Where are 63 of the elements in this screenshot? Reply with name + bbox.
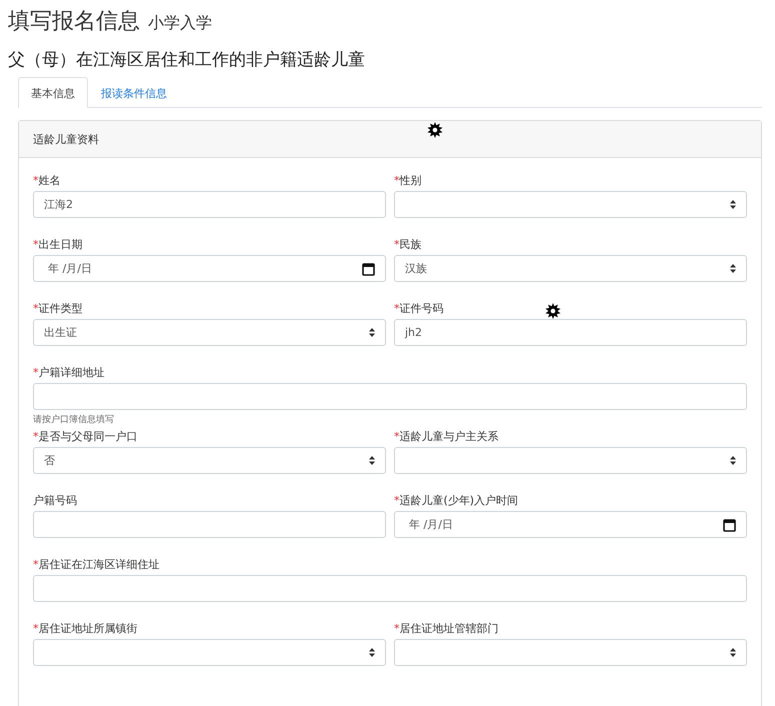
category-heading: 父（母）在江海区居住和工作的非户籍适龄儿童 bbox=[7, 49, 366, 71]
field-label: 户籍详细地址 bbox=[38, 366, 104, 379]
tab[interactable]: 报读条件信息 bbox=[88, 77, 180, 108]
input-field[interactable] bbox=[33, 511, 386, 538]
input-field[interactable] bbox=[33, 575, 747, 602]
select-value: 出生证 bbox=[44, 325, 77, 340]
required-mark: * bbox=[33, 366, 38, 379]
select-field[interactable] bbox=[394, 191, 747, 218]
select-field[interactable] bbox=[394, 447, 747, 474]
date-placeholder: 年 /月/日 bbox=[408, 517, 453, 532]
date-placeholder: 年 /月/日 bbox=[47, 261, 92, 276]
required-mark: * bbox=[394, 238, 400, 251]
required-mark: * bbox=[33, 174, 38, 187]
caret-icon bbox=[730, 200, 736, 209]
date-field[interactable]: 年 /月/日 bbox=[33, 255, 386, 282]
field-hint: 请按户口簿信息填写 bbox=[33, 414, 115, 426]
required-mark: * bbox=[394, 430, 400, 443]
required-mark: * bbox=[33, 558, 38, 571]
input-field[interactable] bbox=[33, 383, 747, 410]
field-label: 居住证地址管辖部门 bbox=[400, 622, 498, 635]
caret-icon bbox=[369, 456, 375, 465]
input-field[interactable]: jh2 bbox=[394, 319, 747, 346]
field-label: 姓名 bbox=[38, 174, 60, 187]
required-mark: * bbox=[394, 174, 400, 187]
select-field[interactable]: 否 bbox=[33, 447, 386, 474]
select-value: 否 bbox=[44, 453, 55, 468]
required-mark: * bbox=[394, 494, 400, 507]
field-label: 性别 bbox=[400, 174, 422, 187]
caret-icon bbox=[730, 456, 736, 465]
select-value: 汉族 bbox=[405, 261, 427, 276]
field-label: 民族 bbox=[400, 238, 422, 251]
required-mark: * bbox=[394, 302, 400, 315]
card-title: 适龄儿童资料 bbox=[33, 132, 99, 146]
tab[interactable]: 基本信息 bbox=[18, 77, 88, 108]
date-field[interactable]: 年 /月/日 bbox=[394, 511, 747, 538]
gear-icon bbox=[545, 303, 561, 319]
field-label: 是否与父母同一户口 bbox=[38, 430, 138, 443]
caret-icon bbox=[730, 648, 736, 657]
field-label: 证件类型 bbox=[38, 302, 82, 315]
required-mark: * bbox=[33, 622, 38, 635]
caret-icon bbox=[369, 328, 375, 337]
required-mark: * bbox=[33, 238, 38, 251]
field-label: 户籍号码 bbox=[33, 494, 77, 507]
select-field[interactable]: 汉族 bbox=[394, 255, 747, 282]
field-label: 适龄儿童与户主关系 bbox=[400, 430, 498, 443]
required-mark: * bbox=[33, 302, 38, 315]
required-mark: * bbox=[394, 622, 400, 635]
field-label: 证件号码 bbox=[400, 302, 444, 315]
field-label: 居住证在江海区详细住址 bbox=[38, 558, 160, 571]
select-field[interactable] bbox=[33, 639, 386, 666]
calendar-icon bbox=[723, 518, 736, 532]
field-label: 居住证地址所属镇街 bbox=[38, 622, 138, 635]
field-label: 出生日期 bbox=[38, 238, 82, 251]
calendar-icon bbox=[362, 262, 375, 276]
page-title: 填写报名信息 bbox=[8, 8, 140, 36]
required-mark: * bbox=[33, 430, 38, 443]
page-subtitle: 小学入学 bbox=[148, 13, 212, 34]
field-label: 适龄儿童(少年)入户时间 bbox=[400, 494, 518, 507]
select-field[interactable]: 出生证 bbox=[33, 319, 386, 346]
input-field[interactable]: 江海2 bbox=[33, 191, 386, 218]
caret-icon bbox=[369, 648, 375, 657]
caret-icon bbox=[730, 264, 736, 273]
select-field[interactable] bbox=[394, 639, 747, 666]
